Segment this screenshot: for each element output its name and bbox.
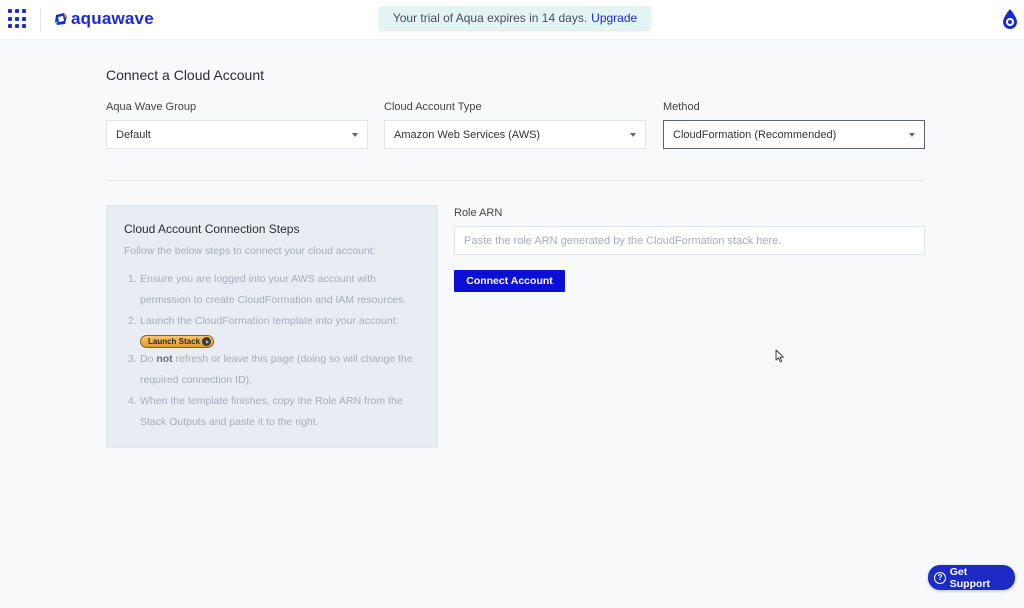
list-item: 1. Ensure you are logged into your AWS a… [124, 269, 420, 311]
group-select[interactable]: Default [106, 120, 368, 149]
step-number: 3. [128, 353, 137, 365]
step-text: Ensure you are logged into your AWS acco… [140, 273, 407, 306]
connection-steps-panel: Cloud Account Connection Steps Follow th… [106, 205, 438, 448]
method-select[interactable]: CloudFormation (Recommended) [663, 120, 925, 149]
method-label: Method [663, 101, 700, 113]
mouse-cursor-icon [775, 349, 784, 363]
step-text-pre: Do [140, 353, 157, 365]
connect-account-button[interactable]: Connect Account [454, 270, 565, 292]
group-label: Aqua Wave Group [106, 101, 197, 113]
step-number: 2. [128, 315, 137, 327]
aquawave-logo-icon [55, 13, 67, 25]
page-title: Connect a Cloud Account [106, 67, 264, 83]
list-item: 2. Launch the CloudFormation template in… [124, 311, 420, 332]
get-support-button[interactable]: ? Get Support [928, 565, 1015, 590]
group-select-value: Default [116, 128, 151, 141]
role-arn-label: Role ARN [454, 207, 503, 219]
trial-banner-text: Your trial of Aqua expires in 14 days. [392, 11, 588, 25]
steps-intro: Follow the below steps to connect your c… [124, 245, 376, 257]
step-text-post: refresh or leave this page (doing so wil… [140, 353, 413, 386]
get-support-label: Get Support [949, 565, 991, 590]
account-type-label: Cloud Account Type [384, 101, 482, 113]
chevron-down-icon [352, 132, 358, 137]
launch-stack-button[interactable]: Launch Stack [140, 335, 214, 348]
step-number: 4. [128, 395, 137, 407]
steps-list: 1. Ensure you are logged into your AWS a… [124, 269, 420, 433]
section-divider [106, 180, 925, 181]
upgrade-link[interactable]: Upgrade [591, 11, 637, 25]
steps-title: Cloud Account Connection Steps [124, 222, 300, 236]
role-arn-input[interactable] [454, 226, 925, 255]
app-grid-icon[interactable] [8, 9, 28, 29]
play-icon [202, 337, 211, 346]
step-number: 1. [128, 273, 137, 285]
divider [40, 8, 41, 32]
top-bar: aquawave Your trial of Aqua expires in 1… [0, 0, 1024, 40]
aqua-drop-icon[interactable] [1000, 8, 1020, 30]
method-select-value: CloudFormation (Recommended) [673, 128, 837, 141]
trial-banner: Your trial of Aqua expires in 14 days. U… [379, 6, 651, 30]
step-text: When the template finishes, copy the Rol… [140, 395, 403, 428]
help-icon: ? [934, 571, 946, 584]
logo-text: aquawave [71, 9, 154, 28]
launch-stack-row: Launch Stack [124, 332, 420, 349]
logo[interactable]: aquawave [54, 8, 154, 30]
account-type-select[interactable]: Amazon Web Services (AWS) [384, 120, 646, 149]
step-text-bold: not [156, 353, 173, 365]
list-item: 4. When the template finishes, copy the … [124, 391, 420, 433]
chevron-down-icon [630, 132, 636, 137]
list-item: 3. Do not refresh or leave this page (do… [124, 349, 420, 391]
step-text: Do not refresh or leave this page (doing… [140, 349, 420, 391]
step-text: Launch the CloudFormation template into … [140, 315, 399, 327]
account-type-select-value: Amazon Web Services (AWS) [394, 128, 541, 141]
chevron-down-icon [909, 132, 915, 137]
